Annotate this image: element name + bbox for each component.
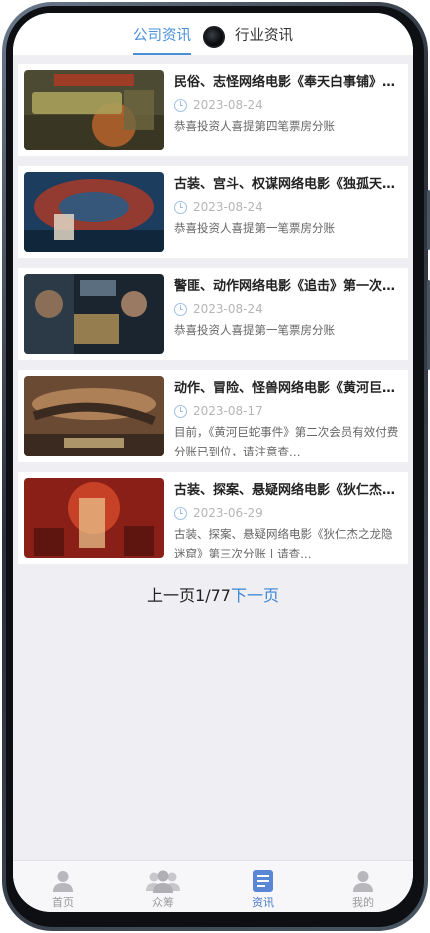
- clock-icon: [174, 98, 187, 112]
- article-title: 古装、探案、悬疑网络电影《狄仁杰之…: [174, 483, 402, 498]
- list-item[interactable]: 古装、宫斗、权谋网络电影《独孤天下… 2023-08-24 恭喜投资人喜提第一笔…: [18, 166, 408, 258]
- prev-page-link[interactable]: 上一页: [147, 586, 195, 605]
- tab-industry-news[interactable]: 行业资讯: [235, 24, 293, 47]
- article-thumbnail: [24, 70, 164, 150]
- nav-news[interactable]: 资讯: [213, 861, 313, 912]
- article-title: 民俗、志怪网络电影《奉天白事铺》第…: [174, 75, 402, 90]
- article-summary: 目前，《黄河巨蛇事件》第二次会员有效付费分账已到位，请注意查…: [174, 425, 399, 456]
- article-title: 古装、宫斗、权谋网络电影《独孤天下…: [174, 177, 402, 192]
- article-thumbnail: [24, 274, 164, 354]
- nav-crowdfunding[interactable]: 众筹: [113, 861, 213, 912]
- article-date: 2023-08-24: [193, 302, 263, 316]
- bottom-nav: 首页 众筹 资讯 我的: [13, 860, 413, 912]
- article-summary: 恭喜投资人喜提第一笔票房分账: [174, 221, 335, 235]
- clock-icon: [174, 506, 187, 520]
- article-list: 民俗、志怪网络电影《奉天白事铺》第… 2023-08-24 恭喜投资人喜提第四笔…: [18, 64, 408, 574]
- article-date: 2023-08-24: [193, 98, 263, 112]
- news-icon: [251, 869, 275, 893]
- list-item[interactable]: 动作、冒险、怪兽网络电影《黄河巨蛇… 2023-08-17 目前，《黄河巨蛇事件…: [18, 370, 408, 462]
- nav-home[interactable]: 首页: [13, 861, 113, 912]
- article-thumbnail: [24, 172, 164, 252]
- article-date: 2023-08-24: [193, 200, 263, 214]
- article-thumbnail: [24, 478, 164, 558]
- next-page-link[interactable]: 下一页: [231, 586, 279, 605]
- nav-label: 我的: [352, 896, 374, 909]
- article-summary: 恭喜投资人喜提第一笔票房分账: [174, 323, 335, 337]
- nav-label: 首页: [52, 896, 74, 909]
- clock-icon: [174, 302, 187, 316]
- user-icon: [51, 869, 75, 893]
- clock-icon: [174, 200, 187, 214]
- clock-icon: [174, 404, 187, 418]
- list-item[interactable]: 古装、探案、悬疑网络电影《狄仁杰之… 2023-06-29 古装、探案、悬疑网络…: [18, 472, 408, 564]
- profile-icon: [351, 869, 375, 893]
- group-icon: [146, 869, 180, 893]
- article-date: 2023-08-17: [193, 404, 263, 418]
- app-screen: 公司资讯 行业资讯 民俗、志怪网络电影《奉天白事铺》第… 2023-08-24 …: [13, 13, 413, 912]
- nav-label: 资讯: [252, 896, 274, 909]
- article-thumbnail: [24, 376, 164, 456]
- article-summary: 古装、探案、悬疑网络电影《狄仁杰之龙隐迷窟》第三次分账 | 请查…: [174, 527, 393, 558]
- list-item[interactable]: 民俗、志怪网络电影《奉天白事铺》第… 2023-08-24 恭喜投资人喜提第四笔…: [18, 64, 408, 156]
- article-date: 2023-06-29: [193, 506, 263, 520]
- list-item[interactable]: 警匪、动作网络电影《追击》第一次分… 2023-08-24 恭喜投资人喜提第一笔…: [18, 268, 408, 360]
- article-title: 警匪、动作网络电影《追击》第一次分…: [174, 279, 402, 294]
- pagination: 上一页1/77下一页: [13, 582, 413, 606]
- nav-label: 众筹: [152, 896, 174, 909]
- front-camera: [203, 26, 225, 48]
- current-page: 1: [195, 586, 206, 605]
- article-summary: 恭喜投资人喜提第四笔票房分账: [174, 119, 335, 133]
- tab-company-news[interactable]: 公司资讯: [133, 24, 191, 55]
- total-pages: 77: [210, 586, 231, 605]
- article-title: 动作、冒险、怪兽网络电影《黄河巨蛇…: [174, 381, 402, 396]
- nav-mine[interactable]: 我的: [313, 861, 413, 912]
